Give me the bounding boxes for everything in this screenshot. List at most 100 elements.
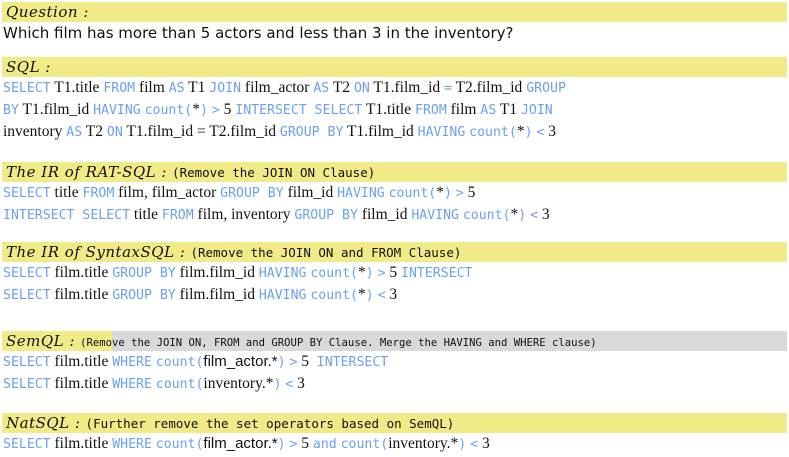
section-sql: SQL : SELECT T1.title FROM film AS T1 JO… [2,57,787,143]
code-line: inventory AS T2 ON T1.film_id = T2.film_… [2,121,787,143]
sql-text: film_actor.* [203,435,278,452]
sql-keyword: AS [313,81,330,96]
sql-keyword: count( [469,125,517,140]
sql-keyword: < [530,208,539,223]
sql-keyword: and [312,437,337,452]
sql-text: * [357,264,366,281]
question-sentence: Which film has more than 5 actors and le… [3,24,514,42]
sql-text: 3 [293,375,305,392]
sql-keyword: WHERE [112,377,152,392]
sql-text: T1.title [362,101,415,118]
sql-text: T1.film_id [18,101,94,118]
sql-keyword: SELECT [3,355,51,370]
sql-text: title [50,184,83,201]
sql-keyword: SELECT [3,81,51,96]
sql-keyword: count( [310,266,358,281]
sql-keyword: INTERSECT [401,266,473,281]
sql-keyword: JOIN [520,103,553,118]
section-header: The IR of SyntaxSQL : (Remove the JOIN O… [2,242,787,262]
sql-text: 5 [463,184,476,201]
sql-text: T1 [184,79,210,96]
sql-text: T1.film_id [369,79,445,96]
sql-keyword: INTERSECT SELECT [3,208,131,223]
sql-text: film.title [50,435,113,452]
sql-keyword: ) [518,208,527,223]
sql-keyword: HAVING [417,125,466,140]
code-line: SELECT film.title WHERE count(film_actor… [2,351,787,373]
sql-keyword: INTERSECT [316,355,389,370]
sql-keyword: AS [480,103,497,118]
section-label: NatSQL : [6,414,81,432]
sql-keyword: ) [443,186,452,201]
sql-keyword: ) [365,288,374,303]
section-label: Question : [6,3,89,21]
sql-keyword: GROUP BY [220,186,284,201]
sql-text: 3 [478,435,490,452]
sql-text: T1.film_id [343,123,418,140]
sql-keyword: WHERE [112,355,152,370]
sql-text: 5 [297,353,317,370]
section-label: The IR of RAT-SQL : [6,163,167,181]
sql-text: * [357,286,366,303]
section-label: The IR of SyntaxSQL : [6,243,186,261]
sql-text: film_id [357,206,412,223]
sql-text: inventory [3,123,67,140]
section-label: SQL : [6,58,51,76]
section-header: The IR of RAT-SQL : (Remove the JOIN ON … [2,162,787,182]
sql-text: * [516,123,525,140]
section-note: (Remove the JOIN ON Clause) [172,165,376,180]
sql-text: inventory.* [388,435,459,452]
sql-keyword: count( [462,208,511,223]
sql-keyword: GROUP BY [112,266,176,281]
code-line: SELECT film.title WHERE count(inventory.… [2,373,787,395]
sql-text: film [135,79,169,96]
code-line: SELECT T1.title FROM film AS T1 JOIN fil… [2,77,787,99]
section-natsql: NatSQL : (Further remove the set operato… [2,413,787,455]
code-line: SELECT title FROM film, film_actor GROUP… [2,182,787,204]
section-semql: SemQL : (Remove the JOIN ON, FROM and GR… [2,331,787,395]
sql-keyword: FROM [82,186,115,201]
sql-keyword: GROUP BY [279,125,344,140]
sql-keyword: = [444,81,452,96]
sql-keyword: < [470,437,479,452]
sql-text: 3 [385,286,398,303]
sql-text: film.title [50,353,113,370]
question-text: Which film has more than 5 actors and le… [2,22,787,44]
sql-text: inventory.* [203,375,274,392]
sql-keyword: > [455,186,464,201]
sql-keyword: ) [277,355,286,370]
sql-keyword: > [211,103,220,118]
section-ir-ratsql: The IR of RAT-SQL : (Remove the JOIN ON … [2,162,787,226]
sql-text: T1 [496,101,521,118]
sql-text: * [192,101,200,118]
sql-keyword: INTERSECT SELECT [235,103,363,118]
section-label: SemQL : [6,332,75,350]
sql-keyword: SELECT [3,437,51,452]
code-line: INTERSECT SELECT title FROM film, invent… [2,204,787,226]
sql-keyword: BY [3,103,19,118]
sql-keyword: ) [524,125,533,140]
code-line: SELECT film.title GROUP BY film.film_id … [2,284,787,306]
sql-keyword: count( [144,103,193,118]
sql-keyword: ) [365,266,374,281]
sql-text: 5 [297,435,313,452]
sql-keyword: GROUP BY [294,208,358,223]
section-question: Question : Which film has more than 5 ac… [2,2,787,44]
sql-text: 5 [385,264,402,281]
sql-keyword: FROM [415,103,447,118]
sql-text: film_actor.* [203,353,278,370]
sql-text: * [436,184,444,201]
sql-keyword: count( [310,288,358,303]
sql-text: T1.title [50,79,104,96]
sql-text: film [446,101,481,118]
section-note: (Remove the JOIN ON, FROM and GROUP BY C… [80,337,597,349]
sql-keyword: HAVING [258,288,307,303]
sql-text: film_id [283,184,338,201]
sql-text: film.title [50,375,113,392]
sql-keyword: SELECT [3,288,51,303]
sql-keyword: count( [155,355,204,370]
code-line: BY T1.film_id HAVING count(*) > 5 INTERS… [2,99,787,121]
sql-keyword: count( [388,186,437,201]
sql-keyword: count( [340,437,389,452]
sql-text: 3 [544,123,556,140]
